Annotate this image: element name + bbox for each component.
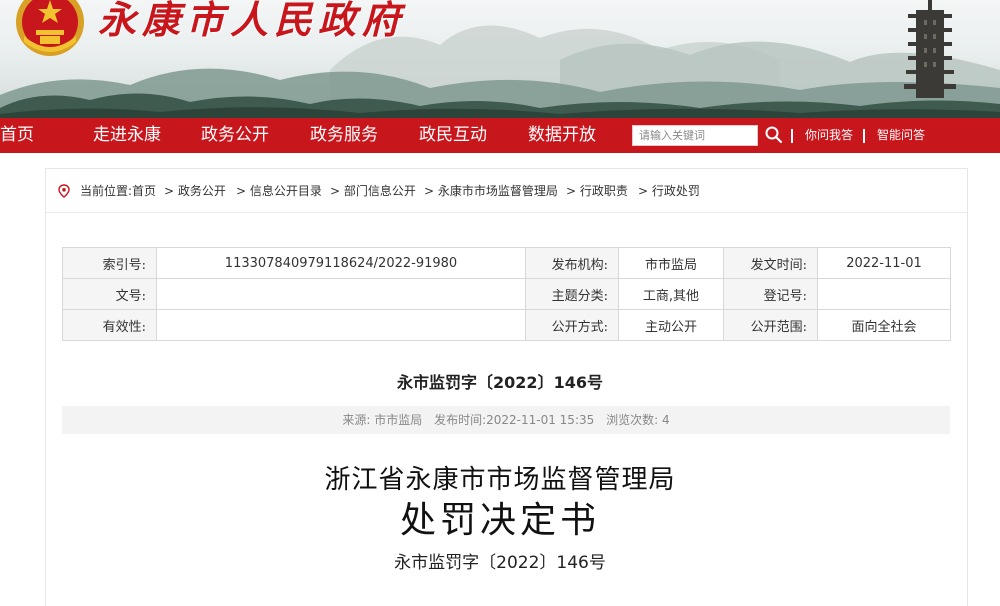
table-row: 文号: 主题分类: 工商,其他 登记号:: [62, 278, 951, 310]
nav-item-gov-services[interactable]: 政务服务: [310, 118, 378, 153]
breadcrumb-item[interactable]: > 部门信息公开: [330, 169, 416, 213]
views-label: 浏览次数:: [606, 413, 659, 427]
index-no-label: 索引号:: [62, 247, 157, 279]
nav-divider: [791, 129, 793, 143]
search-icon[interactable]: [764, 125, 784, 145]
site-banner: 永康市人民政府: [0, 0, 1000, 118]
article-views: 浏览次数: 4: [606, 413, 670, 427]
disclosure-method-label: 公开方式:: [525, 309, 619, 341]
document-info-table: 索引号: 113307840979118624/2022-91980 发布机构:…: [62, 247, 951, 341]
doc-number-label: 文号:: [62, 278, 157, 310]
issuing-agency: 浙江省永康市市场监督管理局: [324, 465, 676, 495]
location-pin-icon: [58, 184, 70, 198]
validity-label: 有效性:: [62, 309, 157, 341]
search-input[interactable]: 请输入关键词: [632, 125, 758, 146]
topic-label: 主题分类:: [525, 278, 619, 310]
document-type: 处罚决定书: [399, 500, 600, 541]
breadcrumb-item[interactable]: > 永康市市场监督管理局: [424, 169, 558, 213]
nav-item-open-data[interactable]: 数据开放: [528, 118, 596, 153]
publisher-label: 发布机构:: [525, 247, 619, 279]
document-number: 永市监罚字〔2022〕146号: [394, 553, 606, 573]
index-no-value: 113307840979118624/2022-91980: [156, 247, 526, 279]
table-row: 索引号: 113307840979118624/2022-91980 发布机构:…: [62, 247, 951, 279]
registration-label: 登记号:: [723, 278, 818, 310]
site-title[interactable]: 永康市人民政府: [98, 0, 406, 40]
breadcrumb-home[interactable]: 当前位置:首页: [80, 169, 156, 213]
nav-item-interaction[interactable]: 政民互动: [419, 118, 487, 153]
disclosure-scope-label: 公开范围:: [723, 309, 818, 341]
topic-value: 工商,其他: [618, 278, 724, 310]
breadcrumb-item[interactable]: > 行政处罚: [638, 169, 700, 213]
issue-date-label: 发文时间:: [723, 247, 818, 279]
doc-number-value: [156, 278, 526, 310]
disclosure-method-value: 主动公开: [618, 309, 724, 341]
nav-item-home[interactable]: 首页: [0, 118, 34, 153]
nav-divider: [863, 129, 865, 143]
disclosure-scope-value: 面向全社会: [817, 309, 951, 341]
national-emblem-icon: [16, 0, 84, 56]
nav-item-gov-affairs[interactable]: 政务公开: [201, 118, 269, 153]
breadcrumb-item[interactable]: > 信息公开目录: [236, 169, 322, 213]
main-nav: 首页 走进永康 政务公开 政务服务 政民互动 数据开放 请输入关键词 你问我答 …: [0, 118, 1000, 153]
article-meta: 来源: 市市监局 发布时间:2022-11-01 15:35 浏览次数: 4: [62, 406, 950, 434]
breadcrumb-item[interactable]: > 政务公开: [164, 169, 226, 213]
publisher-value: 市市监局: [618, 247, 724, 279]
breadcrumb: 当前位置:首页 > 政务公开 > 信息公开目录 > 部门信息公开 > 永康市市场…: [46, 169, 967, 213]
registration-value: [817, 278, 951, 310]
table-row: 有效性: 公开方式: 主动公开 公开范围: 面向全社会: [62, 309, 951, 341]
issue-date-value: 2022-11-01: [817, 247, 951, 279]
article-publish-time: 发布时间:2022-11-01 15:35: [434, 413, 595, 427]
article-title: 永市监罚字〔2022〕146号: [397, 373, 603, 392]
nav-link-qa[interactable]: 你问我答: [805, 118, 853, 153]
nav-link-smart-qa[interactable]: 智能问答: [877, 118, 925, 153]
validity-value: [156, 309, 526, 341]
nav-item-about[interactable]: 走进永康: [93, 118, 161, 153]
breadcrumb-item[interactable]: > 行政职责: [566, 169, 628, 213]
article-source: 来源: 市市监局: [342, 413, 423, 427]
views-count: 4: [661, 413, 670, 427]
